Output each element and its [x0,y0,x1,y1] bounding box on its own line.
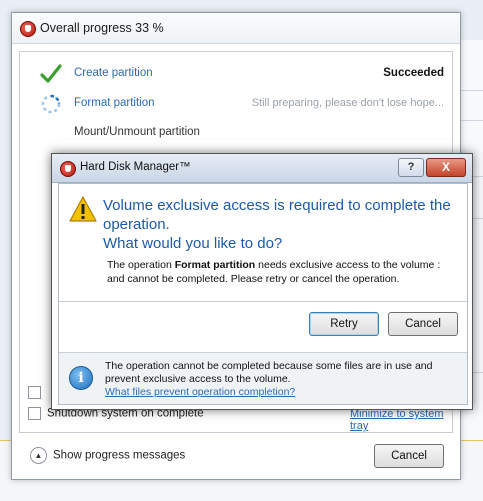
footer-divider [59,352,467,353]
content-operation-name: Format partition [174,259,256,271]
dialog-divider [59,301,467,302]
content-prefix: The operation [107,259,175,271]
shutdown-checkbox[interactable] [28,407,41,420]
show-progress-messages-toggle[interactable]: ▲ Show progress messages [30,447,185,464]
close-button[interactable]: X [426,158,466,177]
dialog-cancel-button[interactable]: Cancel [388,312,458,336]
step-label: Mount/Unmount partition [74,126,200,138]
option-checkbox[interactable] [28,386,41,399]
exclusive-access-dialog: Hard Disk Manager™ ? X Volume exclusive … [51,153,473,410]
main-instruction-question: What would you like to do? [103,235,283,252]
check-icon [40,64,62,83]
option-checkbox-row[interactable] [28,386,47,399]
dialog-title: Hard Disk Manager™ [80,161,191,173]
help-button[interactable]: ? [398,158,424,177]
progress-cancel-button[interactable]: Cancel [374,444,444,468]
step-status: Succeeded [383,67,444,79]
minimize-to-tray-link[interactable]: Minimize to system tray [350,408,460,432]
step-row: Create partition Succeeded [20,62,452,86]
expand-chevron-icon: ▲ [30,447,47,464]
app-logo-icon [60,161,76,177]
warning-icon [69,196,97,222]
dialog-footer: i The operation cannot be completed beca… [59,352,467,404]
app-logo-icon [20,21,36,37]
footer-message: The operation cannot be completed becaus… [105,360,433,385]
spinner-icon [41,94,61,114]
progress-window-titlebar[interactable]: Overall progress 33 % [12,13,460,44]
show-progress-messages-label: Show progress messages [53,449,186,462]
step-label: Create partition [74,67,153,79]
dialog-titlebar[interactable]: Hard Disk Manager™ ? X [52,154,472,183]
retry-button[interactable]: Retry [309,312,379,336]
step-label: Format partition [74,97,155,109]
main-instruction-line: Volume exclusive access is required to c… [103,197,451,233]
progress-window-title: Overall progress 33 % [40,21,164,35]
info-icon: i [69,366,93,390]
files-prevent-completion-link[interactable]: What files prevent operation completion? [105,386,295,398]
background-divider [458,120,483,121]
dialog-body: Volume exclusive access is required to c… [58,183,468,405]
dialog-content-text: The operation Format partition needs exc… [107,258,457,286]
step-status: Still preparing, please don't lose hope.… [251,97,444,109]
step-row: Format partition Still preparing, please… [20,92,452,116]
main-instruction: Volume exclusive access is required to c… [103,196,463,253]
footer-text: The operation cannot be completed becaus… [105,360,461,399]
step-row: Mount/Unmount partition [20,121,452,145]
background-divider [458,90,483,91]
